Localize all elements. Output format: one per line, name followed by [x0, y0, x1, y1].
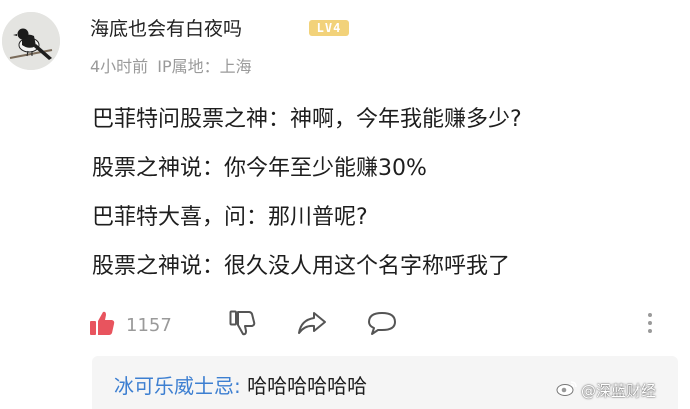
avatar[interactable] [2, 12, 60, 70]
like-count: 1157 [126, 314, 172, 336]
magpie-avatar-image [2, 12, 60, 70]
reply-text: 哈哈哈哈哈哈 [247, 374, 368, 398]
level-badge: LV4 [309, 20, 349, 36]
more-vertical-icon [644, 309, 656, 341]
ip-location: IP属地：上海 [157, 57, 252, 76]
dislike-button[interactable] [228, 310, 256, 340]
content-line: 巴菲特问股票之神：神啊，今年我能赚多少? [92, 107, 522, 132]
reply-line: 冰可乐威士忌: 哈哈哈哈哈哈 [114, 374, 367, 398]
comment-button[interactable] [366, 310, 398, 340]
watermark-text: @深蓝财经 [581, 381, 657, 400]
post-timestamp: 4小时前 [90, 57, 149, 76]
reply-separator: : [234, 374, 241, 398]
thumbs-down-icon [228, 309, 256, 341]
content-line: 巴菲特大喜，问：那川普呢? [92, 205, 368, 230]
action-bar: 1157 [88, 310, 678, 340]
share-icon [296, 309, 328, 341]
username[interactable]: 海底也会有白夜吗 [90, 17, 242, 41]
like-button[interactable]: 1157 [88, 310, 172, 340]
reply-author[interactable]: 冰可乐威士忌 [114, 374, 234, 398]
watermark: @深蓝财经 [556, 379, 656, 401]
content-line: 股票之神说：很久没人用这个名字称呼我了 [92, 254, 511, 279]
post-meta: 4小时前 IP属地：上海 [90, 57, 252, 77]
comment-post: 海底也会有白夜吗 LV4 4小时前 IP属地：上海 巴菲特问股票之神：神啊，今年… [0, 0, 690, 409]
share-button[interactable] [296, 310, 328, 340]
thumbs-up-icon [88, 309, 116, 341]
more-options-button[interactable] [644, 310, 656, 340]
post-content: 巴菲特问股票之神：神啊，今年我能赚多少? 股票之神说：你今年至少能赚30% 巴菲… [92, 108, 677, 304]
comment-icon [366, 309, 398, 341]
content-line: 股票之神说：你今年至少能赚30% [92, 156, 427, 181]
weibo-icon [556, 379, 581, 401]
